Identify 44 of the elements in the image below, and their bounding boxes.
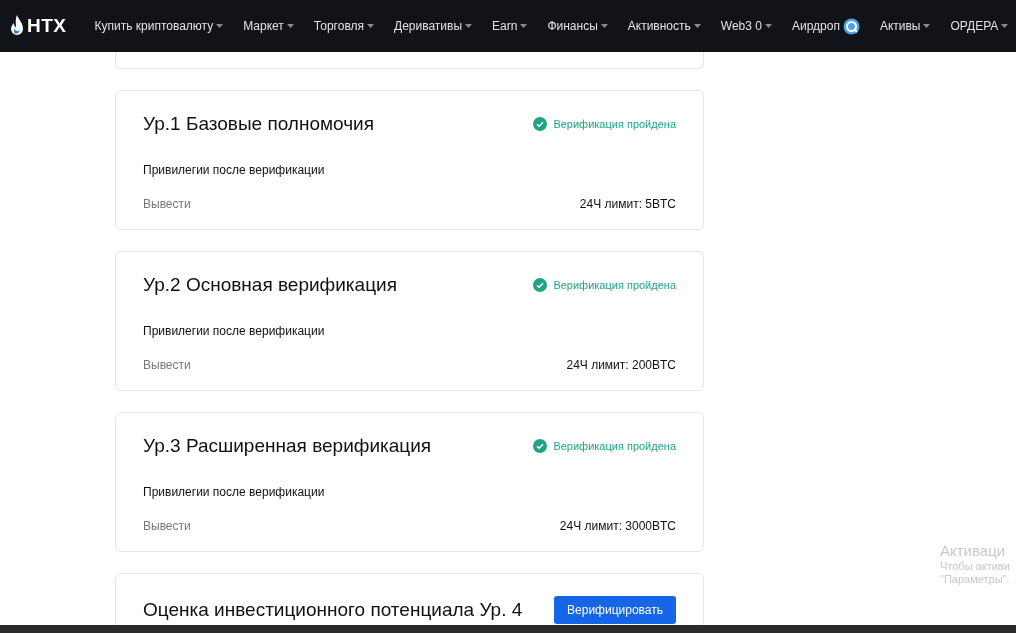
- level-title: Ур.3 Расширенная верификация: [143, 435, 432, 457]
- airdrop-badge-icon: [842, 17, 860, 35]
- withdraw-label: Вывести: [143, 519, 191, 533]
- caret-icon: [286, 24, 294, 28]
- level-title: Ур.1 Базовые полномочия: [143, 113, 374, 135]
- nav-menu-item[interactable]: Аирдроп: [791, 17, 860, 35]
- nav-menu-item[interactable]: Активность: [627, 19, 701, 33]
- check-circle-icon: [533, 117, 548, 131]
- nav-menu-item[interactable]: Торговля: [313, 19, 374, 33]
- caret-icon: [367, 24, 374, 28]
- limit-value: 24Ч лимит: 3000BTC: [559, 519, 676, 533]
- verification-status: Верификация пройдена: [553, 279, 676, 291]
- caret-icon: [1001, 24, 1009, 28]
- privileges-heading: Привилегии после верификации: [143, 163, 326, 177]
- nav-menu-item[interactable]: Активы: [879, 19, 931, 33]
- privileges-heading: Привилегии после верификации: [143, 324, 326, 338]
- caret-icon: [923, 24, 931, 28]
- nav-menu-item[interactable]: Деривативы: [394, 19, 473, 33]
- check-circle-icon: [533, 278, 548, 292]
- level-title: Оценка инвестиционного потенциала Ур. 4: [143, 599, 523, 621]
- nav-menu-item[interactable]: Купить криптовалюту: [94, 19, 224, 33]
- limit-value: 24Ч лимит: 5BTC: [579, 197, 676, 211]
- withdraw-label: Вывести: [143, 197, 191, 211]
- privileges-heading: Привилегии после верификации: [143, 485, 326, 499]
- level-title: Ур.2 Основная верификация: [143, 274, 397, 296]
- nav-menu-item[interactable]: Web3 0: [720, 19, 772, 33]
- caret-icon: [600, 24, 608, 28]
- caret-icon: [216, 24, 224, 28]
- verification-status: Верификация пройдена: [553, 440, 676, 452]
- caret-icon: [693, 24, 701, 28]
- nav-menu-item[interactable]: Earn: [492, 19, 528, 33]
- limit-value: 24Ч лимит: 200BTC: [566, 358, 676, 372]
- logo-text[interactable]: HTX: [27, 15, 67, 37]
- nav-menu-item[interactable]: ОРДЕРА: [950, 19, 1009, 33]
- caret-icon: [465, 24, 473, 28]
- caret-icon: [520, 24, 528, 28]
- verify-button[interactable]: Верифицировать: [554, 596, 676, 624]
- check-circle-icon: [533, 439, 548, 453]
- caret-icon: [764, 24, 772, 28]
- withdraw-label: Вывести: [143, 358, 191, 372]
- nav-menu-item[interactable]: Маркет: [243, 19, 294, 33]
- flame-logo-icon: [10, 15, 24, 37]
- nav-menu-item[interactable]: Финансы: [547, 19, 608, 33]
- verification-status: Верификация пройдена: [553, 118, 676, 130]
